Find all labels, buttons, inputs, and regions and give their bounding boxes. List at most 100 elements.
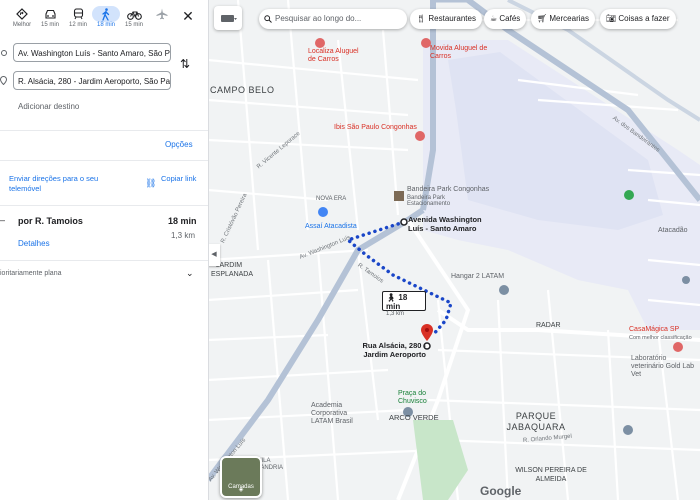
chip-cafes[interactable]: ☕︎ Cafés — [484, 9, 527, 29]
label-movida[interactable]: Movida Aluguel de Carros — [430, 45, 490, 61]
mode-label: 12 min — [68, 22, 87, 28]
bike-icon — [120, 6, 148, 22]
close-icon[interactable]: ✕ — [181, 8, 195, 25]
origin-dot-icon — [1, 50, 7, 56]
travel-mode-bar: Melhor 15 min 12 min 18 min 15 min — [8, 6, 176, 28]
car-rental-poi-icon — [315, 38, 325, 48]
label-laboratorio[interactable]: Laboratório veterinário Gold Lab Vet — [631, 355, 700, 379]
chevron-down-icon[interactable]: ⌄ — [186, 268, 194, 279]
car-icon — [36, 6, 64, 22]
route-origin-marker — [400, 218, 408, 226]
park-area — [413, 420, 468, 500]
mode-car[interactable]: 15 min — [36, 6, 64, 28]
mode-label: 15 min — [124, 22, 143, 28]
route-walk-icon: – — [0, 215, 6, 225]
copy-link-button[interactable]: Copiar link — [161, 174, 197, 184]
label-casamagica-sub: Com melhor classificação — [629, 335, 692, 341]
terrain-note: ioritariamente plana — [0, 270, 62, 277]
walk-time-callout[interactable]: 🚶︎ 18 min 1,3 km — [382, 291, 426, 317]
swap-icon[interactable]: ⇅ — [180, 57, 190, 71]
label-campo-belo: CAMPO BELO — [210, 85, 275, 95]
mode-walk[interactable]: 18 min — [92, 6, 120, 28]
label-arco-verde: ARCO VERDE — [389, 413, 439, 422]
route-via[interactable]: por R. Tamoios — [18, 216, 83, 226]
link-icon: ⛓ — [145, 178, 157, 188]
walk-icon — [92, 6, 120, 22]
label-rua-alsacia: Rua Alsácia, 280 - Jardim Aeroporto — [362, 341, 426, 359]
layers-button[interactable]: ◈ Camadas — [220, 456, 262, 498]
map-menu-button[interactable] — [214, 6, 242, 30]
destination-input[interactable]: R. Alsácia, 280 - Jardim Aeroporto, São … — [13, 71, 171, 90]
label-radar: RADAR — [536, 322, 561, 329]
layers-label: ◈ Camadas — [228, 484, 254, 493]
options-link[interactable]: Opções — [165, 140, 193, 149]
label-esplanada: ESPLANADA — [211, 271, 254, 278]
route-time: 18 min — [168, 216, 197, 226]
walk-distance: 1,3 km — [386, 311, 405, 317]
cart-icon: 🛒︎ — [537, 14, 548, 23]
mode-bike[interactable]: 15 min — [120, 6, 148, 28]
label-casamagica[interactable]: CasaMágica SP — [629, 326, 679, 333]
label-praca-chuvisco[interactable]: Praça do Chuvisco — [398, 390, 443, 406]
label-localiza[interactable]: Localiza Aluguel de Carros — [308, 48, 368, 64]
search-placeholder: Pesquisar ao longo do... — [275, 14, 362, 23]
mode-flight[interactable] — [148, 6, 176, 28]
label-atacadao[interactable]: Atacadão — [658, 227, 688, 234]
label-wilson: WILSON PEREIRA DE ALMEIDA — [515, 467, 587, 483]
send-directions-link[interactable]: Enviar direções para o seu telemóvel — [9, 174, 119, 194]
search-icon — [264, 15, 272, 23]
label-nova-era: NOVA ERA — [316, 196, 347, 202]
chip-label: Mercearias — [549, 14, 589, 23]
parking-poi-icon — [394, 191, 404, 201]
mode-transit[interactable]: 12 min — [64, 6, 92, 28]
chip-restaurants[interactable]: 🍴︎ Restaurantes — [410, 9, 482, 29]
map-canvas[interactable]: CAMPO BELO Ibis São Paulo Congonhas Loca… — [208, 0, 700, 500]
mode-label: 15 min — [40, 22, 59, 28]
destination-pin-icon — [0, 76, 7, 85]
label-bandeira-sub: Bandeira Park Estacionamento — [407, 195, 451, 207]
walk-icon: 🚶︎ — [386, 293, 397, 302]
label-assai[interactable]: Assaí Atacadista — [305, 223, 357, 230]
route-distance: 1,3 km — [171, 231, 196, 240]
collapse-panel-button[interactable]: ◀ — [208, 244, 220, 266]
restaurant-icon: 🍴︎ — [416, 14, 427, 23]
search-along-route-input[interactable]: Pesquisar ao longo do... — [259, 9, 407, 29]
label-ibis[interactable]: Ibis São Paulo Congonhas — [334, 124, 417, 131]
chip-things-to-do[interactable]: 📷︎ Coisas a fazer — [600, 9, 676, 29]
add-destination-link[interactable]: Adicionar destino — [18, 102, 79, 111]
label-avenida-wl: Avenida Washington Luís - Santo Amaro — [408, 215, 482, 233]
chip-label: Cafés — [499, 14, 521, 23]
label-hangar[interactable]: Hangar 2 LATAM — [451, 273, 504, 280]
label-bandeira[interactable]: Bandeira Park Congonhas — [407, 186, 489, 193]
details-link[interactable]: Detalhes — [18, 239, 50, 248]
keyboard-icon — [221, 15, 237, 22]
mode-label: Melhor — [12, 22, 32, 28]
flight-icon — [148, 6, 176, 22]
mode-label: 18 min — [96, 22, 115, 28]
destination-pin-icon — [421, 324, 433, 341]
walking-route — [344, 220, 454, 338]
google-logo: Google — [480, 484, 522, 498]
label-academia[interactable]: Academia Corporativa LATAM Brasil — [311, 402, 371, 426]
poi-icon — [682, 276, 690, 284]
chip-groceries[interactable]: 🛒︎ Mercearias — [531, 9, 595, 29]
map-graphics — [208, 0, 700, 500]
vet-lab-poi-icon — [673, 342, 683, 352]
coffee-icon: ☕︎ — [490, 14, 498, 23]
divider — [0, 130, 208, 131]
best-route-icon — [8, 6, 36, 22]
directions-panel: Melhor 15 min 12 min 18 min 15 min ✕ Av.… — [0, 0, 209, 500]
mode-best[interactable]: Melhor — [8, 6, 36, 28]
label-parque-jabaquara: PARQUE JABAQUARA — [506, 411, 566, 432]
divider — [0, 260, 208, 261]
chip-label: Restaurantes — [428, 14, 476, 23]
transit-icon — [64, 6, 92, 22]
hotel-poi-icon — [415, 131, 425, 141]
origin-input[interactable]: Av. Washington Luís - Santo Amaro, São P… — [13, 43, 171, 62]
hangar-poi-icon — [499, 285, 509, 295]
shopping-poi-icon — [318, 207, 328, 217]
divider — [0, 205, 208, 206]
camera-icon: 📷︎ — [606, 14, 617, 23]
poi-icon — [623, 425, 633, 435]
chip-label: Coisas a fazer — [618, 14, 670, 23]
